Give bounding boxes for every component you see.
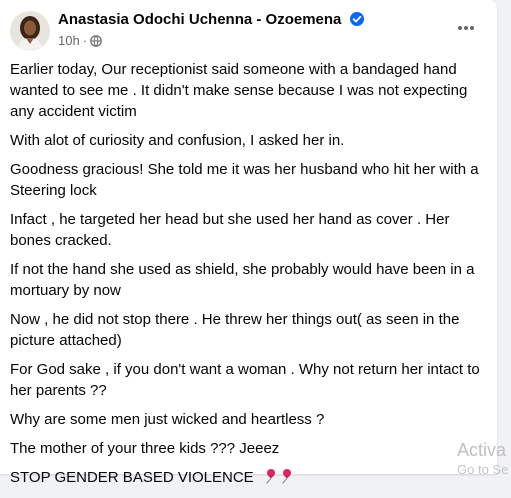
- pushpin-icon: [261, 468, 295, 490]
- post-paragraph: Now , he did not stop there . He threw h…: [10, 311, 460, 349]
- post-meta: 10h ·: [58, 33, 102, 48]
- windows-activation-watermark: Activa: [457, 440, 507, 460]
- post-paragraph: Earlier today, Our receptionist said som…: [10, 61, 468, 120]
- author-avatar[interactable]: [10, 11, 50, 51]
- globe-icon[interactable]: [90, 34, 102, 47]
- post-paragraph: Goodness gracious! She told me it was he…: [10, 161, 479, 199]
- more-options-icon[interactable]: [452, 18, 480, 38]
- post-card: Anastasia Odochi Uchenna - Ozoemena 10h …: [0, 0, 497, 486]
- verified-badge-icon: [349, 11, 365, 31]
- post-timestamp[interactable]: 10h: [58, 33, 80, 48]
- author-name-text[interactable]: Anastasia Odochi Uchenna - Ozoemena: [58, 11, 341, 28]
- post-header: Anastasia Odochi Uchenna - Ozoemena 10h …: [0, 0, 497, 58]
- post-paragraph: Why are some men just wicked and heartle…: [10, 411, 325, 428]
- meta-separator: ·: [82, 33, 88, 48]
- post-paragraph: If not the hand she used as shield, she …: [10, 261, 475, 299]
- closing-text: STOP GENDER BASED VIOLENCE: [10, 469, 254, 486]
- post-closing-line: STOP GENDER BASED VIOLENCE: [10, 467, 490, 490]
- windows-activation-watermark-subtext: Go to Se: [457, 462, 509, 477]
- post-body: Earlier today, Our receptionist said som…: [10, 59, 490, 498]
- author-name[interactable]: Anastasia Odochi Uchenna - Ozoemena: [58, 11, 365, 31]
- post-paragraph: With alot of curiosity and confusion, I …: [10, 132, 345, 149]
- post-paragraph: For God sake , if you don't want a woman…: [10, 361, 480, 399]
- post-paragraph: Infact , he targeted her head but she us…: [10, 211, 450, 249]
- post-paragraph: The mother of your three kids ??? Jeeez: [10, 440, 280, 457]
